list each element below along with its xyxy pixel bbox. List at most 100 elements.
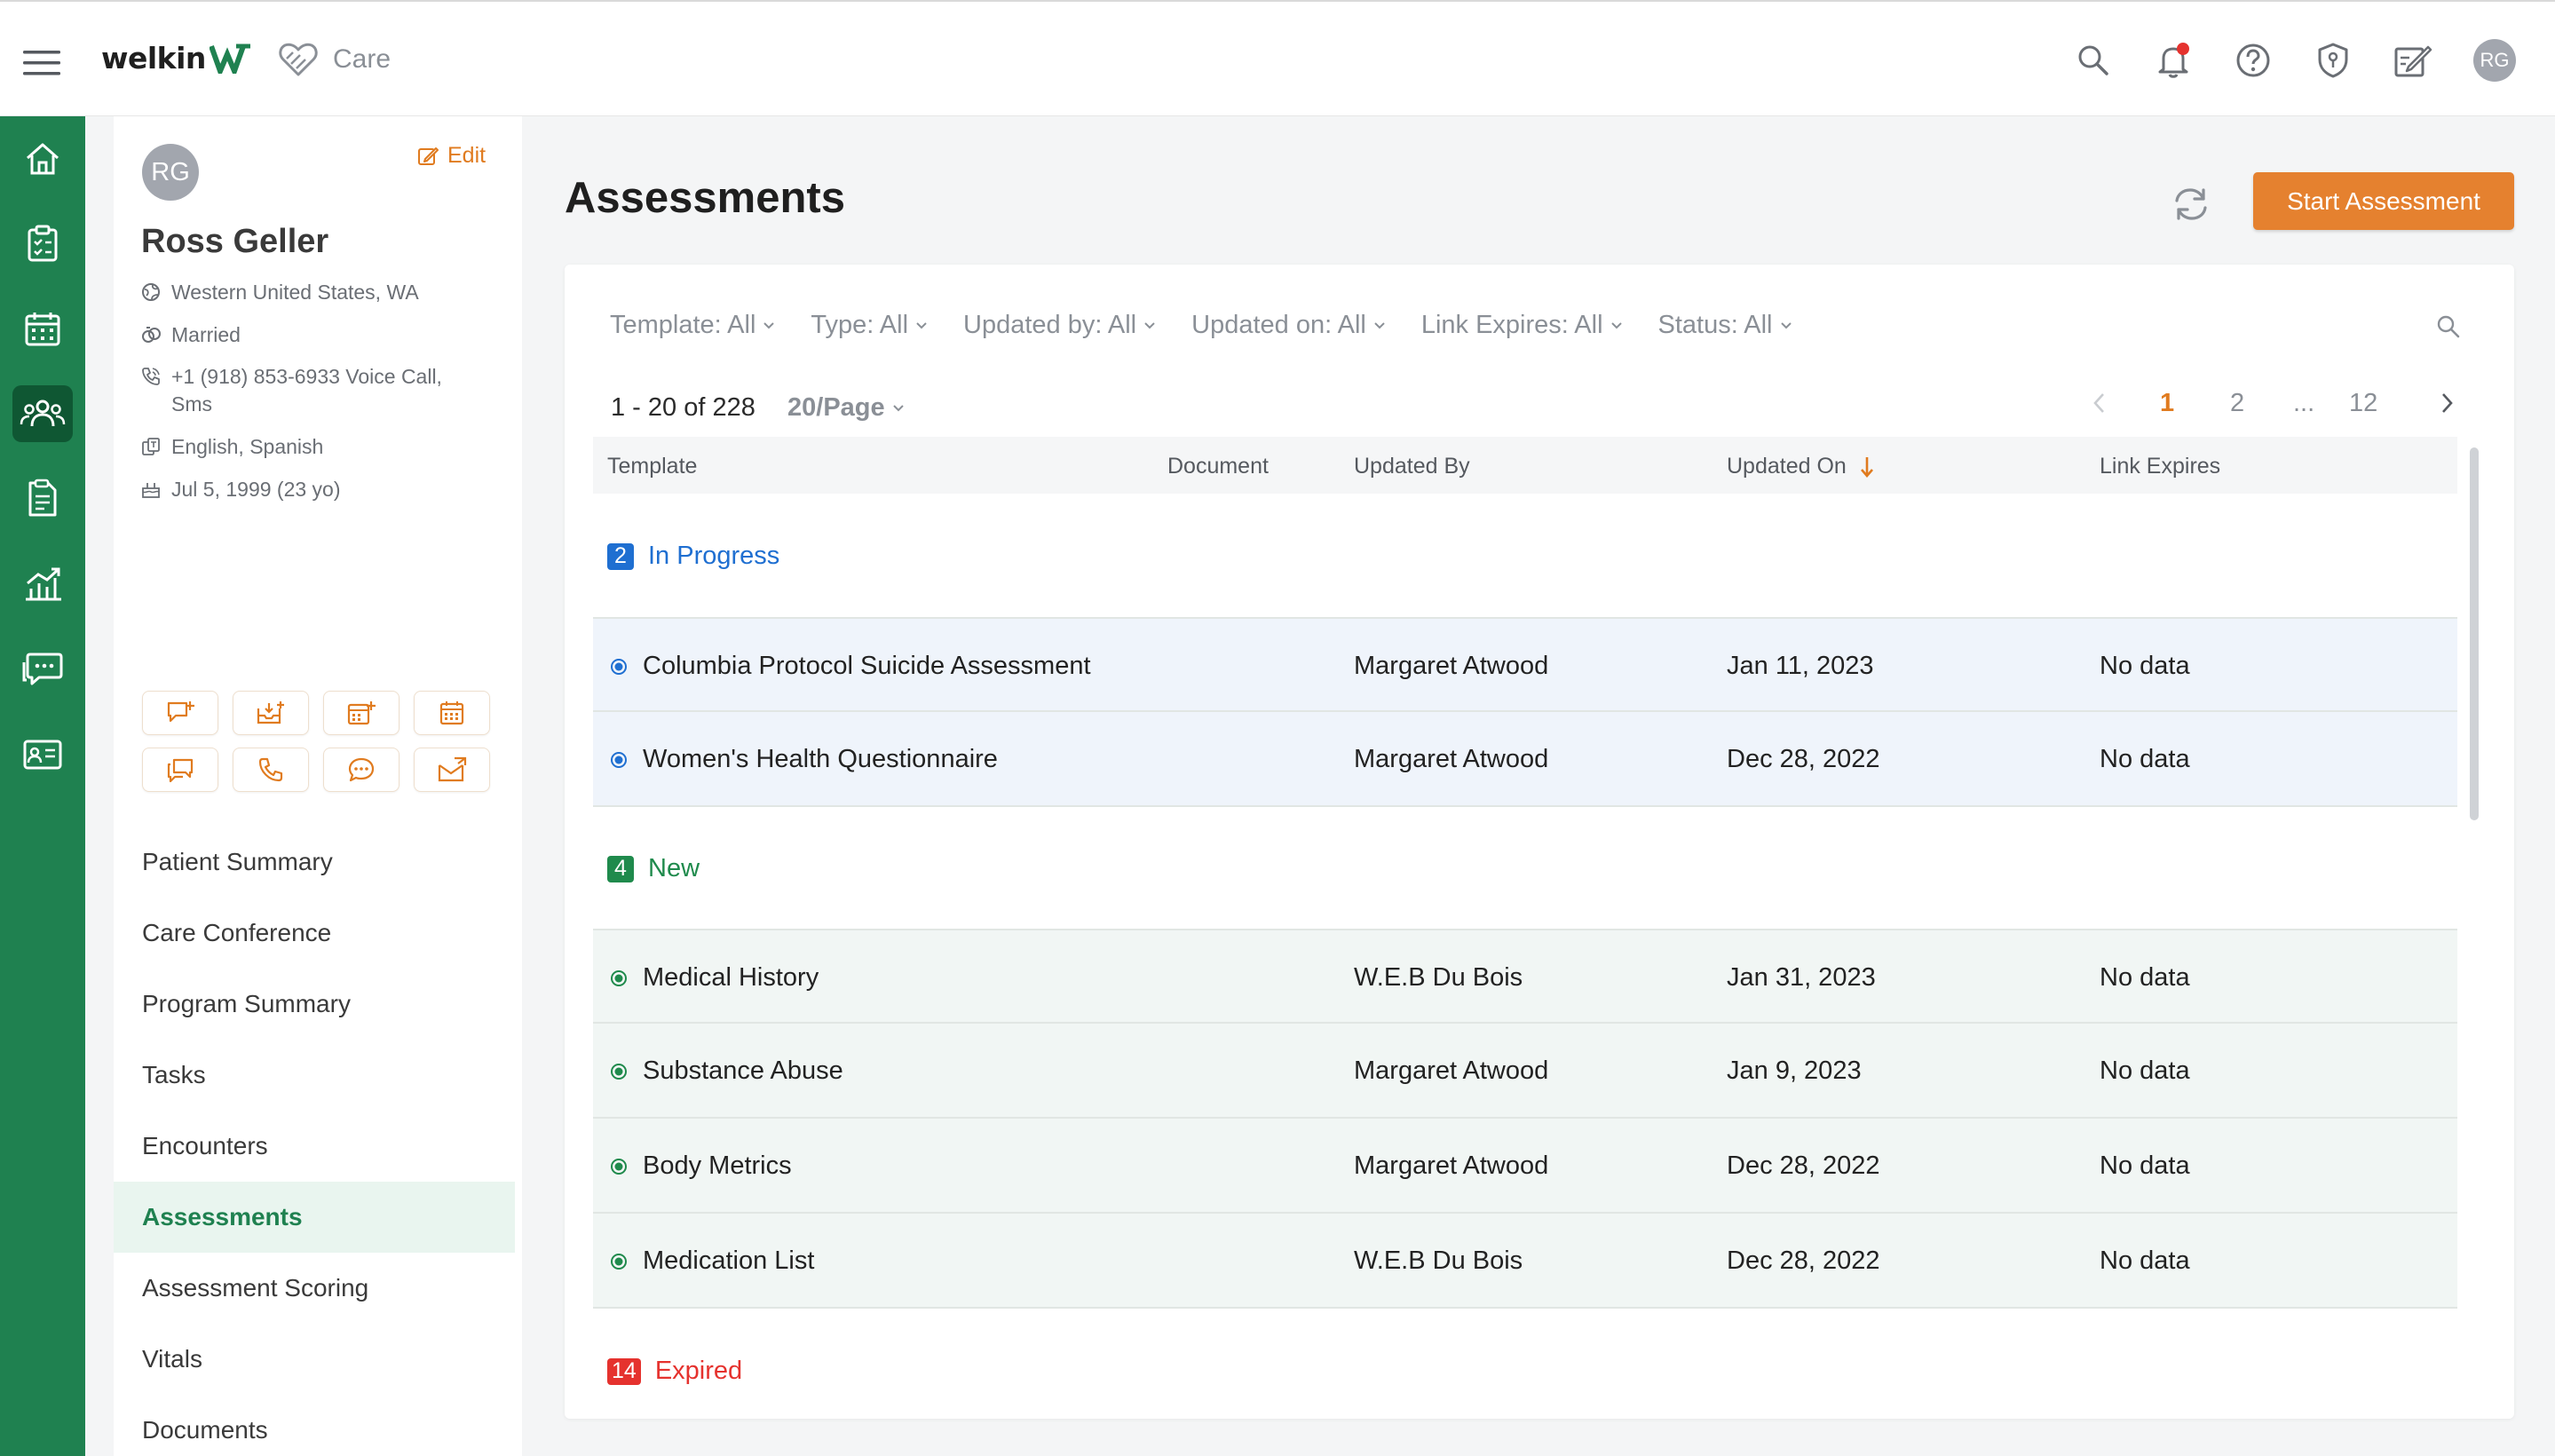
search-icon[interactable] xyxy=(2074,41,2113,80)
table-row[interactable]: Body Metrics Margaret Atwood Dec 28, 202… xyxy=(593,1119,2457,1214)
col-template[interactable]: Template xyxy=(607,454,697,479)
filter-updated-on[interactable]: Updated on: All xyxy=(1191,311,1386,340)
welkin-w-mark-icon xyxy=(209,44,252,74)
clipboard-icon[interactable] xyxy=(12,215,73,272)
globe-icon xyxy=(141,282,161,302)
patient-nav-documents[interactable]: Documents xyxy=(114,1395,515,1456)
new-count-badge: 4 xyxy=(607,855,634,882)
patients-icon[interactable] xyxy=(12,385,73,442)
document-icon[interactable] xyxy=(12,471,73,527)
add-message-icon xyxy=(167,701,194,723)
page-2[interactable]: 2 xyxy=(2230,389,2244,418)
filter-link-expires[interactable]: Link Expires: All xyxy=(1421,311,1623,340)
table-row[interactable]: Women's Health Questionnaire Margaret At… xyxy=(593,712,2457,807)
add-calendar-button[interactable] xyxy=(323,691,399,735)
group-in-progress[interactable]: 2 In Progress xyxy=(607,542,779,571)
template-cell: Substance Abuse xyxy=(643,1056,843,1085)
in-progress-label: In Progress xyxy=(648,542,780,570)
page-12[interactable]: 12 xyxy=(2349,389,2377,418)
updated-on-cell: Dec 28, 2022 xyxy=(1727,745,1880,773)
link-expires-cell: No data xyxy=(2100,1056,2190,1085)
table-row[interactable]: Columbia Protocol Suicide Assessment Mar… xyxy=(593,617,2457,712)
hamburger-menu-icon[interactable] xyxy=(23,49,60,77)
updated-on-cell: Jan 11, 2023 xyxy=(1727,652,1874,680)
filter-updated-by[interactable]: Updated by: All xyxy=(963,311,1156,340)
table-row[interactable]: Medical History W.E.B Du Bois Jan 31, 20… xyxy=(593,929,2457,1024)
chevron-down-icon xyxy=(1144,322,1155,329)
welkin-logo[interactable]: welkin xyxy=(101,41,252,75)
notification-dot xyxy=(2177,43,2189,55)
new-label: New xyxy=(648,854,700,882)
group-new[interactable]: 4 New xyxy=(607,854,700,883)
add-inbox-button[interactable] xyxy=(233,691,309,735)
add-calendar-icon xyxy=(347,701,376,725)
calendar-button[interactable] xyxy=(414,691,490,735)
col-document[interactable]: Document xyxy=(1167,454,1269,479)
page-title: Assessments xyxy=(565,174,845,222)
pagination: 1 2 ... 12 xyxy=(565,389,2514,424)
page-1[interactable]: 1 xyxy=(2160,389,2174,418)
phone-button[interactable] xyxy=(233,748,309,792)
table-row[interactable]: Substance Abuse Margaret Atwood Jan 9, 2… xyxy=(593,1024,2457,1119)
patient-phone: +1 (918) 853-6933 Voice Call, Sms xyxy=(141,363,442,418)
contact-card-icon[interactable] xyxy=(12,726,73,783)
patient-nav-encounters[interactable]: Encounters xyxy=(114,1111,515,1182)
in-progress-status-icon xyxy=(611,752,627,768)
in-progress-status-icon xyxy=(611,659,627,675)
group-expired[interactable]: 14 Expired xyxy=(607,1357,742,1386)
email-button[interactable] xyxy=(414,748,490,792)
template-cell: Medical History xyxy=(643,963,819,992)
table-search-icon[interactable] xyxy=(2436,314,2461,339)
new-status-icon xyxy=(611,1254,627,1270)
bell-icon[interactable] xyxy=(2154,41,2193,80)
chat-button[interactable] xyxy=(142,748,218,792)
col-updated-by[interactable]: Updated By xyxy=(1354,454,1470,479)
link-expires-cell: No data xyxy=(2100,652,2190,680)
patient-nav-tasks[interactable]: Tasks xyxy=(114,1040,515,1111)
prev-page-icon[interactable] xyxy=(2092,391,2108,415)
updated-by-cell: W.E.B Du Bois xyxy=(1354,1246,1523,1275)
col-updated-on[interactable]: Updated On xyxy=(1727,454,1875,479)
patient-languages: English, Spanish xyxy=(141,433,323,461)
edit-patient-button[interactable]: Edit xyxy=(417,143,486,169)
care-heart-icon xyxy=(279,43,318,78)
patient-nav-care-conference[interactable]: Care Conference xyxy=(114,898,515,969)
filter-status[interactable]: Status: All xyxy=(1658,311,1792,340)
col-link-expires[interactable]: Link Expires xyxy=(2100,454,2220,479)
patient-nav-vitals[interactable]: Vitals xyxy=(114,1324,515,1395)
edit-label: Edit xyxy=(447,143,486,168)
analytics-icon[interactable] xyxy=(12,556,73,613)
calendar-icon[interactable] xyxy=(12,300,73,357)
chat-icon[interactable] xyxy=(12,641,73,698)
new-status-icon xyxy=(611,1064,627,1080)
chevron-down-icon xyxy=(1374,322,1385,329)
refresh-icon[interactable] xyxy=(2170,183,2212,226)
page-ellipsis[interactable]: ... xyxy=(2293,389,2314,418)
patient-nav-assessment-scoring[interactable]: Assessment Scoring xyxy=(114,1253,515,1324)
filter-template[interactable]: Template: All xyxy=(610,311,775,340)
link-expires-cell: No data xyxy=(2100,1151,2190,1180)
patient-nav-assessments[interactable]: Assessments xyxy=(114,1182,515,1253)
help-icon[interactable] xyxy=(2234,41,2273,80)
table-scrollbar[interactable] xyxy=(2470,447,2479,820)
home-icon[interactable] xyxy=(12,131,73,187)
sms-button[interactable] xyxy=(323,748,399,792)
filter-type[interactable]: Type: All xyxy=(811,311,928,340)
user-avatar[interactable]: RG xyxy=(2473,39,2516,82)
template-cell: Medication List xyxy=(643,1246,815,1275)
patient-nav-program-summary[interactable]: Program Summary xyxy=(114,969,515,1040)
table-row[interactable]: Medication List W.E.B Du Bois Dec 28, 20… xyxy=(593,1214,2457,1309)
patient-region: Western United States, WA xyxy=(141,279,419,306)
add-inbox-icon xyxy=(257,701,284,724)
next-page-icon[interactable] xyxy=(2439,391,2455,415)
patient-name: Ross Geller xyxy=(141,223,329,260)
link-expires-cell: No data xyxy=(2100,963,2190,992)
start-assessment-button[interactable]: Start Assessment xyxy=(2253,172,2514,230)
add-message-button[interactable] xyxy=(142,691,218,735)
expired-count-badge: 14 xyxy=(607,1357,641,1385)
patient-nav-patient-summary[interactable]: Patient Summary xyxy=(114,827,515,898)
edit-notes-icon[interactable] xyxy=(2393,41,2432,80)
patient-panel: RG Edit Ross Geller Western United State… xyxy=(114,116,522,1456)
sort-descending-icon[interactable] xyxy=(1859,455,1875,479)
shield-icon[interactable] xyxy=(2314,41,2353,80)
